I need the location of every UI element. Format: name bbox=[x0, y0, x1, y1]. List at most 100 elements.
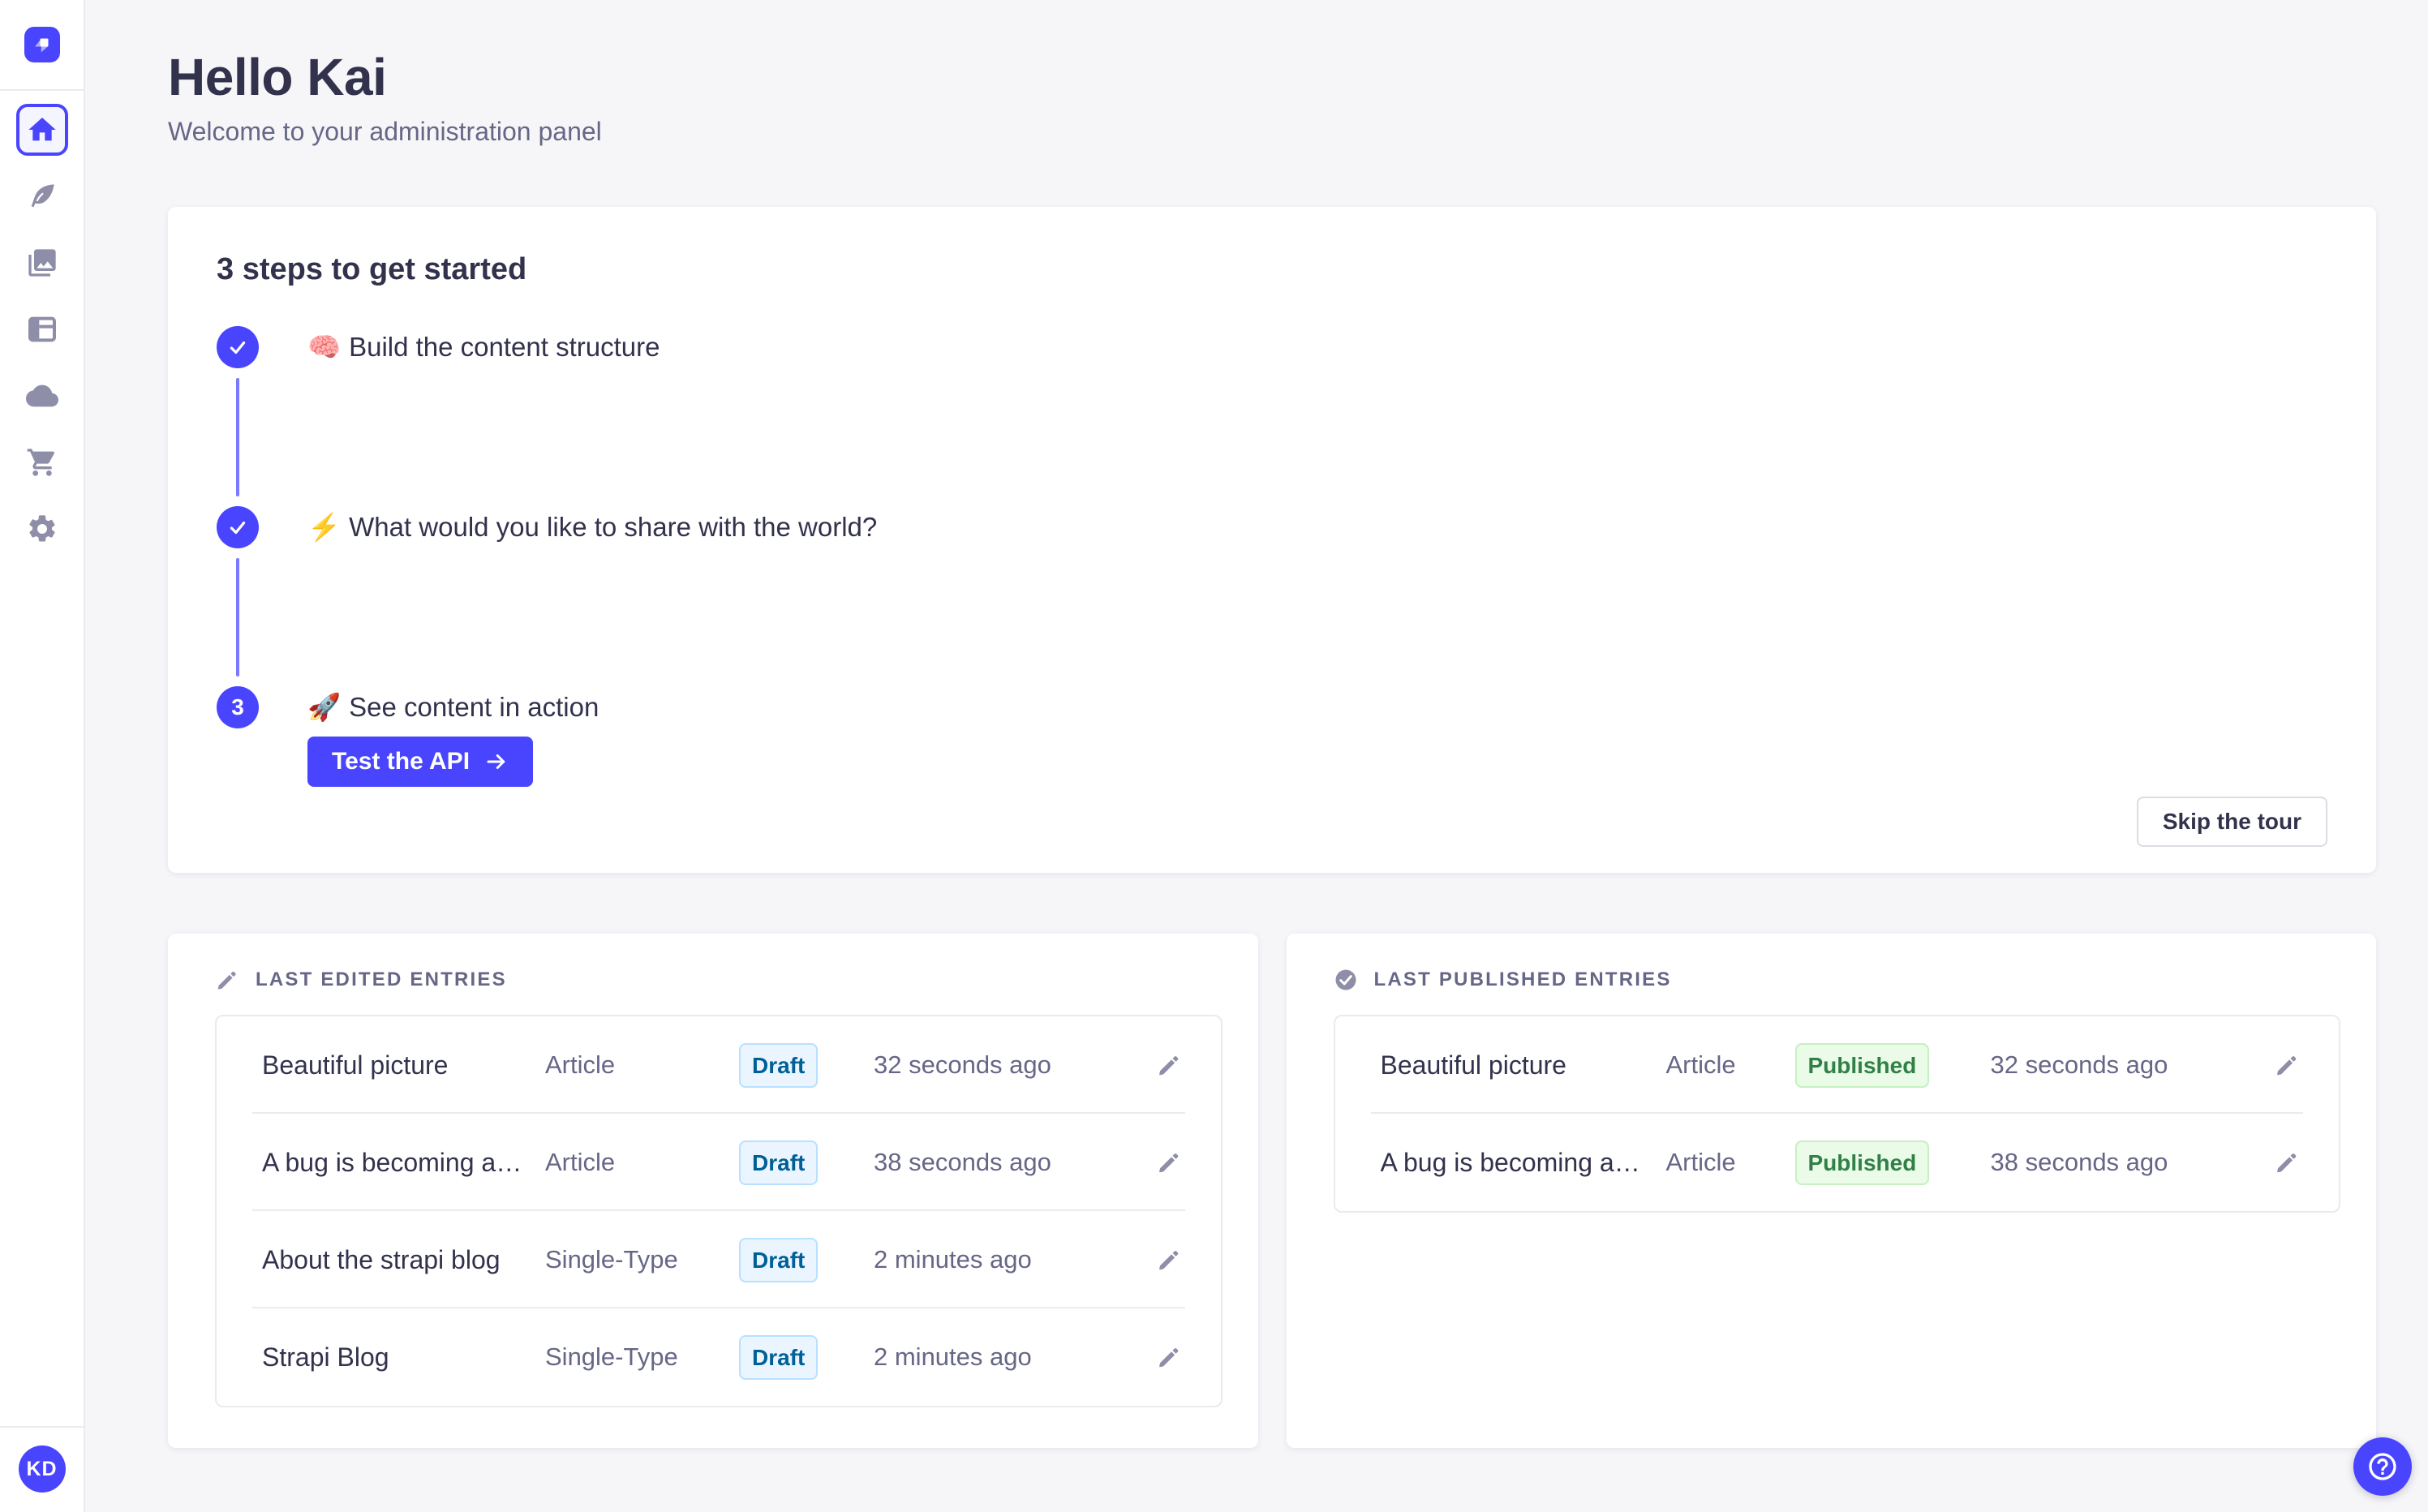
rocket-emoji: 🚀 bbox=[307, 691, 342, 722]
brain-emoji: 🧠 bbox=[307, 331, 342, 362]
last-edited-header: LAST EDITED ENTRIES bbox=[215, 968, 1223, 992]
step-1-label: 🧠 Build the content structure bbox=[307, 331, 660, 362]
onboarding-steps: 🧠 Build the content structure ⚡ What would… bbox=[217, 326, 2327, 787]
step-3: 3 🚀 See content in action bbox=[217, 686, 2327, 728]
status-badge: Draft bbox=[739, 1334, 819, 1380]
last-edited-table: Beautiful picture Article Draft 32 secon… bbox=[215, 1015, 1223, 1407]
onboarding-card: 3 steps to get started 🧠 Build the conten… bbox=[168, 207, 2376, 873]
step-3-number: 3 bbox=[217, 686, 259, 728]
table-row: Strapi Blog Single-Type Draft 2 minutes … bbox=[217, 1308, 1221, 1406]
entry-type: Article bbox=[545, 1148, 616, 1176]
entry-title: Beautiful picture bbox=[262, 1050, 449, 1080]
last-published-table: Beautiful picture Article Published 32 s… bbox=[1333, 1015, 2340, 1213]
test-the-api-button[interactable]: Test the API bbox=[307, 737, 534, 787]
page-subtitle: Welcome to your administration panel bbox=[168, 117, 602, 146]
edit-entry-button[interactable] bbox=[2274, 1149, 2300, 1175]
entry-time: 2 minutes ago bbox=[874, 1342, 1032, 1371]
entry-type: Article bbox=[1665, 1050, 1736, 1079]
lightning-emoji: ⚡ bbox=[307, 511, 342, 542]
last-published-header: LAST PUBLISHED ENTRIES bbox=[1334, 968, 2341, 992]
table-row: Beautiful picture Article Draft 32 secon… bbox=[217, 1016, 1221, 1114]
table-row: Beautiful picture Article Published 32 s… bbox=[1335, 1016, 2340, 1114]
edit-entry-button[interactable] bbox=[1156, 1149, 1182, 1175]
table-row: A bug is becoming a… Article Draft 38 se… bbox=[217, 1114, 1221, 1211]
entry-type: Article bbox=[545, 1050, 616, 1079]
entry-title: A bug is becoming a… bbox=[262, 1147, 522, 1177]
last-published-card: LAST PUBLISHED ENTRIES Beautiful picture… bbox=[1286, 934, 2376, 1448]
edit-entry-button[interactable] bbox=[1156, 1052, 1182, 1078]
entry-time: 32 seconds ago bbox=[1990, 1050, 2168, 1079]
cloud-icon bbox=[25, 384, 58, 407]
status-badge: Draft bbox=[739, 1042, 819, 1088]
sidebar-item-content-manager[interactable] bbox=[16, 170, 68, 222]
step-2-check bbox=[217, 506, 259, 548]
step-3-label: 🚀 See content in action bbox=[307, 691, 599, 722]
main-content: Hello Kai Welcome to your administration… bbox=[85, 0, 2428, 1448]
pictures-icon bbox=[28, 249, 56, 277]
table-row: About the strapi blog Single-Type Draft … bbox=[217, 1211, 1221, 1308]
help-icon bbox=[2369, 1453, 2396, 1480]
pencil-icon bbox=[1158, 1056, 1178, 1076]
entry-title: Beautiful picture bbox=[1380, 1050, 1566, 1080]
table-row: A bug is becoming a… Article Published 3… bbox=[1335, 1114, 2340, 1211]
entry-time: 38 seconds ago bbox=[1990, 1148, 2168, 1176]
skip-the-tour-button[interactable]: Skip the tour bbox=[2136, 797, 2327, 847]
step-1: 🧠 Build the content structure bbox=[217, 326, 2327, 368]
feather-icon bbox=[31, 184, 54, 208]
edit-entry-button[interactable] bbox=[1156, 1344, 1182, 1370]
status-badge: Published bbox=[1794, 1042, 1930, 1088]
page-title: Hello Kai bbox=[168, 48, 387, 106]
pencil-icon bbox=[217, 971, 236, 990]
sidebar-footer: KD bbox=[0, 1426, 84, 1512]
step-2-label: ⚡ What would you like to share with the w… bbox=[307, 511, 878, 542]
last-edited-title: LAST EDITED ENTRIES bbox=[256, 969, 507, 990]
sidebar-item-cloud[interactable] bbox=[16, 370, 68, 422]
check-circle-icon bbox=[1335, 969, 1356, 990]
sidebar-item-media-library[interactable] bbox=[16, 237, 68, 289]
onboarding-title: 3 steps to get started bbox=[217, 252, 527, 286]
status-badge: Draft bbox=[739, 1140, 819, 1185]
pencil-icon bbox=[1158, 1153, 1178, 1173]
entry-title: A bug is becoming a… bbox=[1380, 1147, 1640, 1177]
gear-icon bbox=[28, 515, 55, 542]
workspace-header bbox=[0, 0, 84, 91]
cart-icon bbox=[27, 449, 54, 476]
status-badge: Published bbox=[1794, 1140, 1930, 1185]
entry-time: 2 minutes ago bbox=[874, 1245, 1032, 1274]
status-badge: Draft bbox=[739, 1237, 819, 1282]
step-1-check bbox=[217, 326, 259, 368]
sidebar-item-home[interactable] bbox=[15, 104, 68, 156]
pencil-icon bbox=[2277, 1153, 2297, 1173]
home-icon bbox=[28, 118, 56, 141]
step-2: ⚡ What would you like to share with the w… bbox=[217, 506, 2327, 548]
avatar-initials: KD bbox=[26, 1457, 58, 1480]
help-button[interactable] bbox=[2353, 1437, 2412, 1496]
step-connector bbox=[236, 378, 239, 496]
entries-section: LAST EDITED ENTRIES Beautiful picture Ar… bbox=[168, 934, 2376, 1448]
last-edited-card: LAST EDITED ENTRIES Beautiful picture Ar… bbox=[168, 934, 1258, 1448]
layout-icon bbox=[28, 316, 56, 342]
avatar[interactable]: KD bbox=[18, 1445, 66, 1493]
pencil-icon bbox=[2277, 1056, 2297, 1076]
skip-row: Skip the tour bbox=[217, 797, 2327, 847]
entry-title: About the strapi blog bbox=[262, 1244, 501, 1274]
pencil-icon bbox=[1158, 1251, 1178, 1270]
check-icon bbox=[230, 521, 246, 535]
sidebar-item-content-type-builder[interactable] bbox=[16, 303, 68, 355]
arrow-right-icon bbox=[487, 754, 505, 769]
sidebar-item-settings[interactable] bbox=[16, 503, 68, 555]
edit-entry-button[interactable] bbox=[1156, 1247, 1182, 1273]
strapi-logo bbox=[24, 27, 60, 62]
entry-type: Article bbox=[1665, 1148, 1736, 1176]
main-nav bbox=[15, 91, 68, 1426]
entry-time: 38 seconds ago bbox=[874, 1148, 1051, 1176]
entry-type: Single-Type bbox=[545, 1245, 678, 1274]
entry-time: 32 seconds ago bbox=[874, 1050, 1051, 1079]
sidebar-item-marketplace[interactable] bbox=[16, 436, 68, 488]
entry-title: Strapi Blog bbox=[262, 1342, 389, 1372]
check-icon bbox=[230, 341, 246, 354]
step-connector bbox=[236, 558, 239, 677]
sidebar: KD bbox=[0, 0, 85, 1512]
edit-entry-button[interactable] bbox=[2274, 1052, 2300, 1078]
last-published-title: LAST PUBLISHED ENTRIES bbox=[1373, 969, 1672, 990]
